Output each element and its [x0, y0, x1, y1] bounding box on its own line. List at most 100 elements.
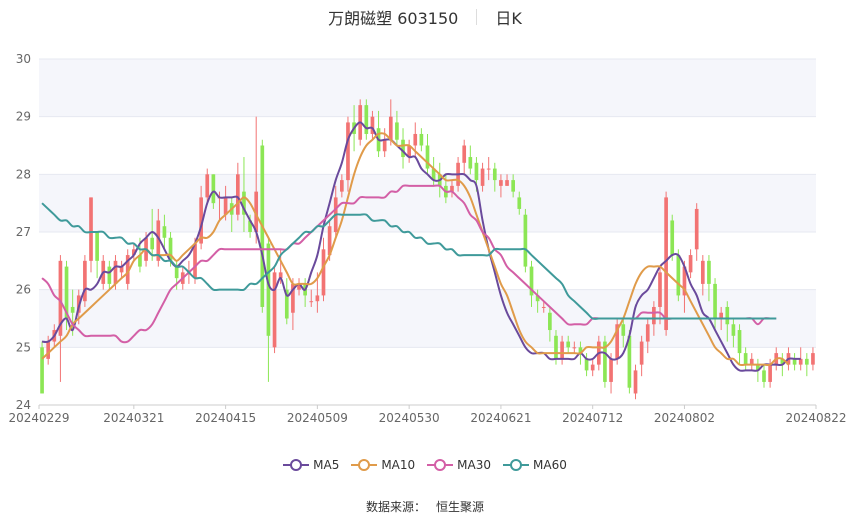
- candle-body: [743, 353, 748, 365]
- y-tick-label: 27: [16, 225, 31, 239]
- candle-body: [511, 180, 515, 192]
- ma10-legend-icon: [351, 459, 378, 471]
- x-tick-label: 20240621: [470, 411, 531, 425]
- candle-body: [272, 272, 277, 348]
- candle-body: [486, 168, 491, 170]
- candle-body: [731, 324, 736, 336]
- candle-body: [40, 347, 44, 394]
- candle-body: [211, 174, 216, 204]
- x-tick-label: 20240822: [785, 411, 846, 425]
- candle-body: [95, 232, 99, 261]
- x-tick-label: 20240712: [562, 411, 623, 425]
- x-tick-label: 20240415: [195, 411, 256, 425]
- candle-body: [688, 255, 693, 273]
- grid-layer: [39, 58, 816, 406]
- data-source: 数据来源： 恒生聚源: [0, 498, 850, 515]
- ma60-legend-icon: [503, 459, 530, 471]
- candle-body: [541, 306, 546, 308]
- candle-body: [223, 197, 228, 215]
- candle-body: [505, 180, 509, 186]
- candle-body: [113, 260, 118, 284]
- x-tick-label: 20240509: [287, 411, 348, 425]
- ma30-legend-icon: [427, 459, 454, 471]
- candle-body: [205, 174, 210, 198]
- candle-body: [572, 347, 577, 349]
- legend-label-ma10: MA10: [381, 458, 416, 472]
- candle-body: [70, 306, 75, 313]
- candle-body: [609, 358, 613, 382]
- candle-body: [566, 341, 571, 348]
- candle-body: [462, 145, 467, 163]
- candle-body: [645, 324, 650, 342]
- candle-body: [548, 312, 552, 331]
- grid-band: [39, 174, 816, 232]
- candle-body: [499, 180, 503, 186]
- candle-body: [670, 220, 675, 256]
- candle-body: [633, 370, 638, 394]
- y-tick-label: 26: [16, 283, 31, 297]
- candle-body: [584, 358, 589, 371]
- x-tick-label: 20240530: [379, 411, 440, 425]
- y-tick-label: 24: [16, 398, 31, 412]
- candle-body: [395, 122, 399, 140]
- candle-body: [83, 260, 87, 302]
- legend: MA5 MA10 MA30 MA60: [0, 458, 850, 472]
- candle-body: [474, 162, 479, 181]
- candle-body: [639, 341, 644, 365]
- candle-body: [364, 105, 369, 134]
- candle-body: [762, 370, 766, 382]
- candle-body: [554, 335, 558, 359]
- candle-body: [315, 295, 320, 302]
- candle-body: [382, 139, 387, 152]
- candle-body: [707, 260, 711, 284]
- candle-body: [413, 133, 418, 146]
- candle-body: [266, 243, 271, 336]
- candle-body: [523, 214, 528, 267]
- candle-body: [107, 266, 112, 284]
- candle-body: [309, 301, 314, 303]
- candle-body: [150, 237, 155, 250]
- candle-body: [804, 358, 809, 365]
- legend-item-ma5[interactable]: MA5: [283, 458, 339, 472]
- y-tick-label: 25: [16, 340, 31, 354]
- candle-body: [590, 364, 595, 371]
- candle-body: [676, 255, 681, 296]
- candle-body: [346, 122, 350, 181]
- candle-body: [89, 197, 93, 261]
- candle-body: [811, 353, 815, 365]
- y-tick-label: 28: [16, 167, 31, 181]
- y-tick-label: 30: [16, 52, 31, 66]
- legend-item-ma60[interactable]: MA60: [503, 458, 567, 472]
- candle-body: [174, 266, 179, 279]
- candle-body: [236, 174, 240, 215]
- candle-body: [658, 272, 662, 307]
- source-value: 恒生聚源: [436, 500, 485, 514]
- x-tick-label: 20240321: [103, 411, 164, 425]
- candle-body: [664, 197, 668, 331]
- candlestick-chart: 24 25 26 27 28 29 30 20240229 20240321 20240415 20…: [8, 52, 846, 425]
- legend-item-ma30[interactable]: MA30: [427, 458, 491, 472]
- candle-body: [725, 306, 730, 325]
- candle-body: [621, 324, 626, 336]
- candle-body: [700, 260, 705, 284]
- candle-body: [768, 364, 772, 382]
- legend-item-ma10[interactable]: MA10: [351, 458, 415, 472]
- legend-label-ma30: MA30: [457, 458, 492, 472]
- legend-label-ma5: MA5: [313, 458, 340, 472]
- candle-body: [694, 208, 699, 250]
- candle-body: [401, 139, 405, 158]
- candle-layer: [40, 99, 815, 400]
- candle-body: [46, 341, 51, 359]
- candle-body: [480, 168, 485, 186]
- candle-body: [419, 133, 424, 146]
- source-label: 数据来源：: [365, 500, 426, 514]
- candle-body: [517, 197, 522, 209]
- grid-band: [39, 59, 816, 117]
- candle-body: [560, 341, 564, 359]
- candle-body: [468, 157, 473, 169]
- x-tick-label: 20240229: [8, 411, 69, 425]
- legend-label-ma60: MA60: [533, 458, 567, 472]
- candle-body: [737, 330, 742, 354]
- x-tick-label: 20240802: [654, 411, 715, 425]
- ma5-legend-icon: [283, 459, 310, 471]
